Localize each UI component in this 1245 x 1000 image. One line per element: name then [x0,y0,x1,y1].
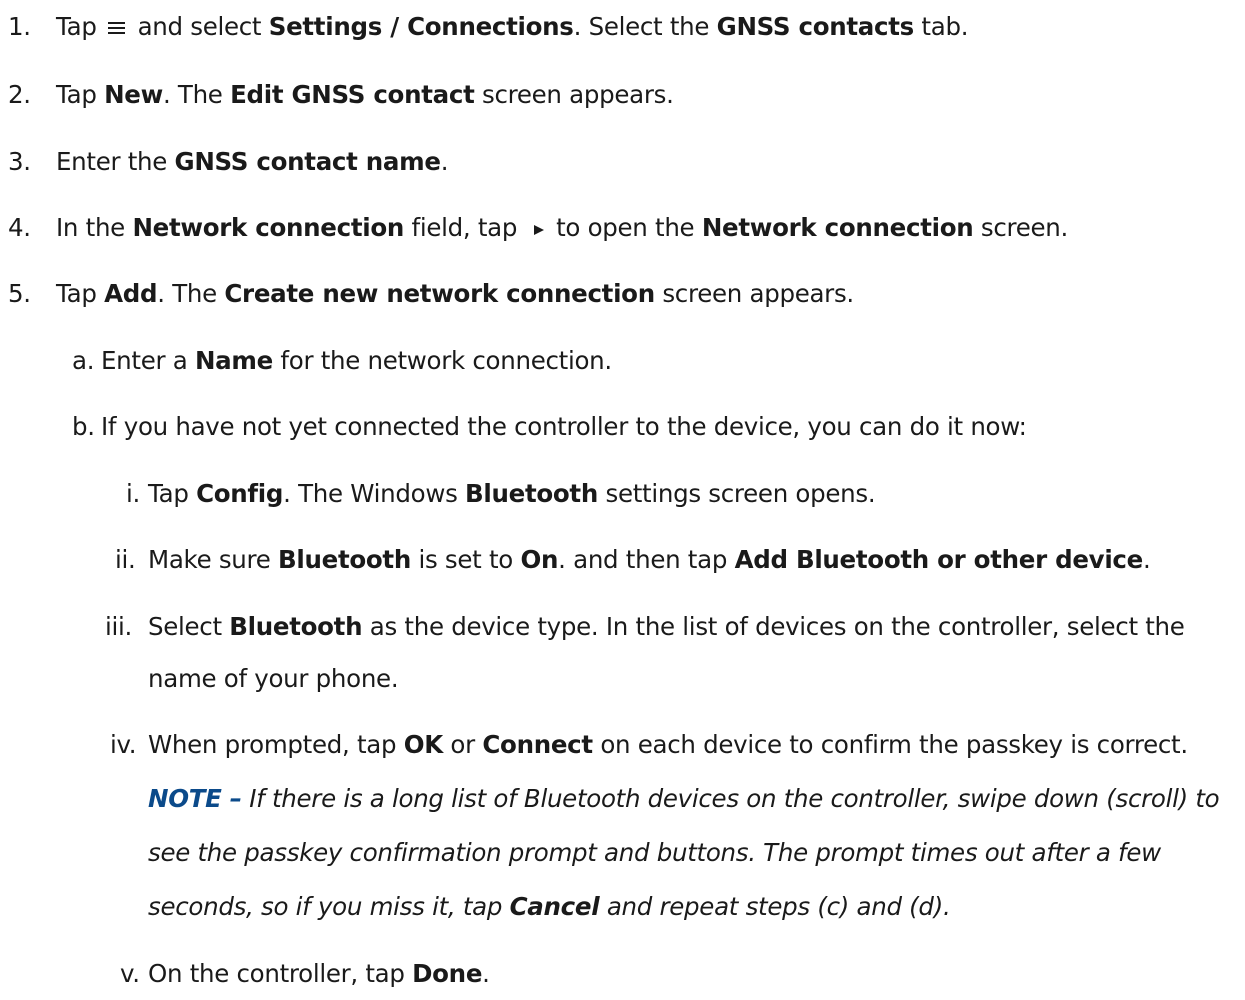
step-4-t1: In the [56,213,133,242]
step-5a-t2: for the network connection. [272,346,612,375]
step-4-t3: to open the [548,213,702,242]
step-5b-v-t1: On the controller, tap [148,959,413,988]
step-4-text: In the Network connection field, tap to … [56,213,1069,242]
step-5-t1: Tap [56,279,105,308]
document-page: { "steps": { "s1": { "num": "1.", "t1": … [0,0,1245,1000]
note-t3: seconds, so if you miss it, tap [148,892,510,921]
step-5b-ii-text: Make sure Bluetooth is set to On. and th… [148,545,1151,574]
settings-connections-label: Settings / Connections [268,12,574,41]
bluetooth-label: Bluetooth [278,545,411,574]
step-5b-iii-t1: Select [148,612,230,641]
gnss-contact-name-label: GNSS contact name [174,147,441,176]
step-5b-i-t3: settings screen opens. [598,479,876,508]
step-2-text: Tap New. The Edit GNSS contact screen ap… [56,80,674,109]
step-5b-ii-t2: is set to [410,545,521,574]
step-4-t4: screen. [973,213,1069,242]
step-5b-iv-t2: or [442,730,483,759]
step-5b-i-text: Tap Config. The Windows Bluetooth settin… [148,479,876,508]
step-5a-number: a. [72,346,95,375]
step-5b-iv-number: iv. [110,730,137,759]
step-5b-iii-t2: as the device type. In the list of devic… [362,612,1185,641]
step-4-t2: field, tap [404,213,525,242]
new-label: New [104,80,163,109]
note-line-2: see the passkey confirmation prompt and … [148,838,1161,867]
bluetooth-label: Bluetooth [229,612,363,641]
step-5b-i-t2: . The Windows [283,479,466,508]
step-5b-ii-t3: . and then tap [558,545,735,574]
cancel-label: Cancel [509,892,600,921]
note-line-1: NOTE – If there is a long list of Blueto… [148,784,1220,813]
step-5b-iii-text: Select Bluetooth as the device type. In … [148,612,1185,641]
gnss-contacts-label: GNSS contacts [716,12,915,41]
on-label: On [520,545,559,574]
step-4-number: 4. [8,213,31,242]
step-1-text: Tap and select Settings / Connections. S… [56,12,969,41]
name-label: Name [194,346,273,375]
add-label: Add [104,279,158,308]
step-2-t1: Tap [56,80,105,109]
step-5b-iv-t1: When prompted, tap [148,730,404,759]
step-5b-iv-text: When prompted, tap OK or Connect on each… [148,730,1188,759]
create-new-network-connection-label: Create new network connection [224,279,655,308]
step-5b-number: b. [72,412,95,441]
step-3-t1: Enter the [56,147,175,176]
step-3-t2: . [440,147,449,176]
step-2-t3: screen appears. [474,80,674,109]
step-5a-text: Enter a Name for the network connection. [101,346,612,375]
note-line-3: seconds, so if you miss it, tap Cancel a… [148,892,951,921]
step-3-text: Enter the GNSS contact name. [56,147,449,176]
step-3-number: 3. [8,147,31,176]
add-bluetooth-device-label: Add Bluetooth or other device [734,545,1144,574]
step-5a-t1: Enter a [101,346,195,375]
note-label: NOTE – [148,784,242,813]
step-1-t4: tab. [913,12,969,41]
step-5b-ii-t4: . [1142,545,1151,574]
step-5b-ii-t1: Make sure [148,545,279,574]
step-5b-v-number: v. [120,959,140,988]
step-5b-iii-text-cont: name of your phone. [148,664,399,693]
step-5b-iii-number: iii. [105,612,133,641]
network-connection-screen-label: Network connection [701,213,974,242]
step-5b-i-number: i. [126,479,140,508]
step-1-t3: . Select the [573,12,717,41]
step-5b-ii-number: ii. [115,545,136,574]
config-label: Config [196,479,284,508]
step-5-t3: screen appears. [654,279,854,308]
step-5b-i-t1: Tap [148,479,197,508]
connect-label: Connect [482,730,593,759]
step-5b-v-text: On the controller, tap Done. [148,959,490,988]
step-5-t2: . The [157,279,225,308]
step-1-t1: Tap [56,12,105,41]
edit-gnss-contact-label: Edit GNSS contact [230,80,475,109]
note-t1: If there is a long list of Bluetooth dev… [241,784,1220,813]
step-5-number: 5. [8,279,31,308]
note-t4: and repeat steps (c) and (d). [599,892,951,921]
menu-icon [107,16,127,41]
done-label: Done [412,959,483,988]
step-1-number: 1. [8,12,31,41]
step-1-t2: and select [130,12,269,41]
step-5b-iv-t3: on each device to confirm the passkey is… [592,730,1188,759]
step-2-t2: . The [162,80,231,109]
step-2-number: 2. [8,80,31,109]
bluetooth-label: Bluetooth [465,479,598,508]
step-5-text: Tap Add. The Create new network connecti… [56,279,854,308]
network-connection-field-label: Network connection [132,213,405,242]
step-5b-text: If you have not yet connected the contro… [101,412,1027,441]
step-5b-v-t2: . [482,959,490,988]
ok-label: OK [403,730,444,759]
play-arrow-icon [533,217,545,242]
